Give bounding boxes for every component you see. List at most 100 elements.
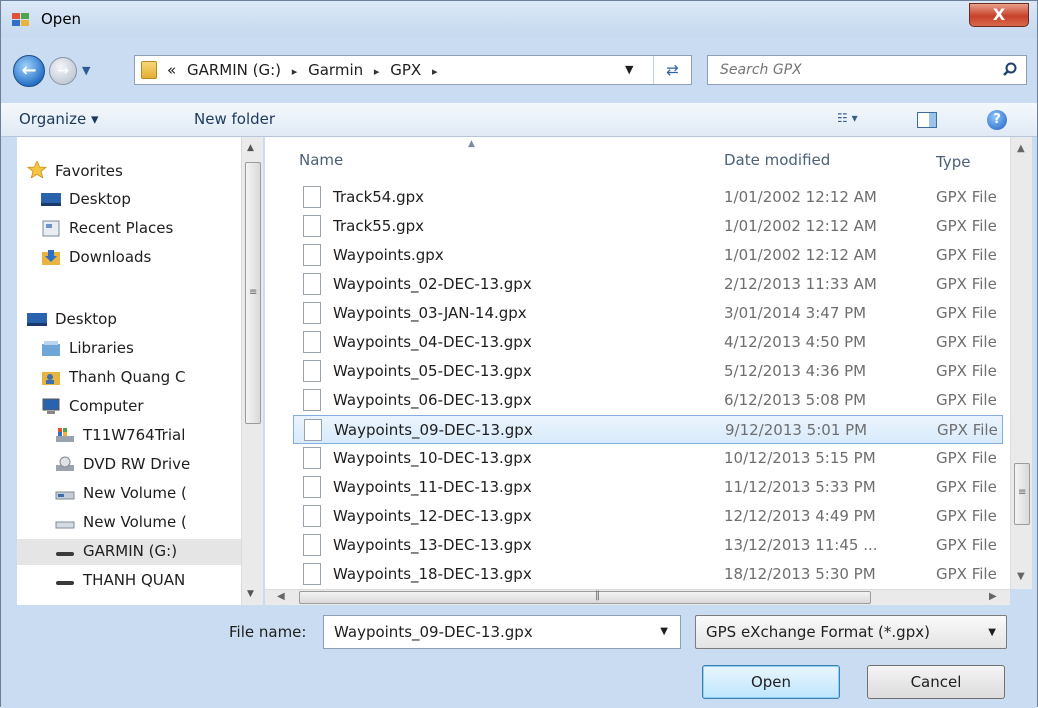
file-icon <box>303 476 321 498</box>
file-date-modified: 6/12/2013 5:08 PM <box>724 391 867 409</box>
nav-item-dvd-drive[interactable]: DVD RW Drive <box>17 452 243 478</box>
sort-ascending-icon: ▲ <box>468 139 475 149</box>
file-row[interactable]: Waypoints_04-DEC-13.gpx 4/12/2013 4:50 PM… <box>293 328 1003 357</box>
file-date-modified: 1/01/2002 12:12 AM <box>724 217 877 235</box>
file-row[interactable]: Waypoints_09-DEC-13.gpx 9/12/2013 5:01 PM… <box>293 415 1003 444</box>
folder-icon <box>141 61 157 79</box>
recent-pages-chevron-icon[interactable]: ▼ <box>82 64 90 77</box>
nav-item-downloads[interactable]: Downloads <box>17 245 243 271</box>
file-date-modified: 18/12/2013 5:30 PM <box>724 565 876 583</box>
breadcrumb-separator-icon[interactable]: ▸ <box>432 65 438 78</box>
nav-item-system-drive[interactable]: T11W764Trial <box>17 423 243 449</box>
address-bar[interactable]: « GARMIN (G:) ▸ Garmin ▸ GPX ▸ ▼ ⇄ <box>134 55 692 85</box>
file-date-modified: 1/01/2002 12:12 AM <box>724 246 877 264</box>
file-type: GPX File <box>936 217 997 235</box>
file-row[interactable]: Track54.gpx 1/01/2002 12:12 AM GPX File <box>293 183 1003 212</box>
breadcrumb-separator-icon[interactable]: ▸ <box>374 65 380 78</box>
file-type-filter-select[interactable]: GPS eXchange Format (*.gpx) ▼ <box>695 615 1007 649</box>
file-type: GPX File <box>936 362 997 380</box>
nav-item-recent-places[interactable]: Recent Places <box>17 216 243 242</box>
scroll-right-icon[interactable]: ▶ <box>989 591 997 602</box>
file-name-input[interactable] <box>324 616 644 648</box>
file-row[interactable]: Waypoints_10-DEC-13.gpx 10/12/2013 5:15 P… <box>293 444 1003 473</box>
refresh-icon[interactable]: ⇄ <box>653 56 691 84</box>
file-list-vertical-scrollbar[interactable]: ▲ ≡ ▼ <box>1010 137 1032 589</box>
removable-drive-icon <box>56 552 74 556</box>
organize-menu[interactable]: Organize ▾ <box>19 110 99 128</box>
file-list-horizontal-scrollbar[interactable]: ◀ ‖ ▶ <box>265 589 1010 605</box>
close-button[interactable]: X <box>969 3 1029 27</box>
title-bar[interactable]: Open X <box>1 1 1037 37</box>
breadcrumb-item-garmin-drive[interactable]: GARMIN (G:) <box>187 61 281 79</box>
breadcrumb-item-gpx[interactable]: GPX <box>390 61 421 79</box>
breadcrumb-item-garmin[interactable]: Garmin <box>308 61 363 79</box>
desktop-icon <box>41 193 61 206</box>
address-dropdown-icon[interactable]: ▼ <box>625 63 633 76</box>
breadcrumb-overflow[interactable]: « <box>167 61 176 79</box>
file-icon <box>304 419 322 441</box>
file-name: Waypoints_11-DEC-13.gpx <box>333 478 532 496</box>
nav-item-label: Recent Places <box>69 219 174 237</box>
nav-item-label: Desktop <box>69 190 131 208</box>
window-title: Open <box>41 10 82 28</box>
desktop-icon <box>27 313 47 326</box>
search-input[interactable] <box>708 56 988 84</box>
file-row[interactable]: Waypoints_18-DEC-13.gpx 18/12/2013 5:30 P… <box>293 560 1003 589</box>
file-row[interactable]: Waypoints_11-DEC-13.gpx 11/12/2013 5:33 P… <box>293 473 1003 502</box>
nav-item-new-volume-2[interactable]: New Volume ( <box>17 510 243 536</box>
file-row[interactable]: Track55.gpx 1/01/2002 12:12 AM GPX File <box>293 212 1003 241</box>
nav-item-computer[interactable]: Computer <box>17 394 243 420</box>
file-row[interactable]: Waypoints_12-DEC-13.gpx 12/12/2013 4:49 P… <box>293 502 1003 531</box>
new-folder-button[interactable]: New folder <box>194 110 275 128</box>
file-icon <box>303 273 321 295</box>
nav-item-user-folder[interactable]: Thanh Quang C <box>17 365 243 391</box>
scrollbar-thumb[interactable] <box>299 591 871 604</box>
change-view-icon[interactable]: ☷ ▾ <box>837 111 858 125</box>
column-header-type[interactable]: Type <box>936 153 970 171</box>
search-icon[interactable] <box>1003 62 1017 76</box>
chevron-down-icon[interactable]: ▼ <box>660 626 668 637</box>
file-type-filter-value: GPS eXchange Format (*.gpx) <box>706 623 930 641</box>
column-header-name[interactable]: Name <box>299 151 343 169</box>
scroll-down-icon[interactable]: ▼ <box>247 589 254 599</box>
help-icon[interactable]: ? <box>987 110 1007 130</box>
scroll-grip-icon: ≡ <box>1018 487 1027 498</box>
preview-pane-icon[interactable] <box>917 112 937 128</box>
scroll-up-icon[interactable]: ▲ <box>247 143 254 153</box>
nav-item-garmin-drive[interactable]: GARMIN (G:) <box>17 539 243 565</box>
scroll-left-icon[interactable]: ◀ <box>277 591 285 602</box>
scroll-up-icon[interactable]: ▲ <box>1017 143 1025 154</box>
nav-item-thanh-quan-drive[interactable]: THANH QUAN <box>17 568 243 594</box>
file-name: Waypoints_12-DEC-13.gpx <box>333 507 532 525</box>
scroll-down-icon[interactable]: ▼ <box>1017 571 1025 582</box>
open-button[interactable]: Open <box>702 665 840 699</box>
nav-item-libraries[interactable]: Libraries <box>17 336 243 362</box>
nav-item-favorites[interactable]: Favorites <box>17 157 243 183</box>
file-row[interactable]: Waypoints_03-JAN-14.gpx 3/01/2014 3:47 PM… <box>293 299 1003 328</box>
nav-item-label: Thanh Quang C <box>69 368 186 386</box>
open-file-dialog: Open X ← → ▼ « GARMIN (G:) ▸ Garmin ▸ GP… <box>0 0 1038 708</box>
file-row[interactable]: Waypoints_13-DEC-13.gpx 13/12/2013 11:45 … <box>293 531 1003 560</box>
nav-item-desktop[interactable]: Desktop <box>17 187 243 213</box>
nav-item-new-volume-1[interactable]: New Volume ( <box>17 481 243 507</box>
nav-item-desktop-root[interactable]: Desktop <box>17 307 243 333</box>
breadcrumb-separator-icon[interactable]: ▸ <box>292 65 298 78</box>
file-date-modified: 13/12/2013 11:45 ... <box>724 536 878 554</box>
file-icon <box>303 447 321 469</box>
nav-item-label: GARMIN (G:) <box>83 542 178 560</box>
navigation-scrollbar[interactable]: ▲ ≡ ▼ <box>241 137 263 605</box>
file-row[interactable]: Waypoints_06-DEC-13.gpx 6/12/2013 5:08 PM… <box>293 386 1003 415</box>
cancel-button[interactable]: Cancel <box>867 665 1005 699</box>
back-button[interactable]: ← <box>13 55 45 87</box>
column-header-date-modified[interactable]: Date modified <box>724 151 830 169</box>
file-icon <box>303 302 321 324</box>
file-row[interactable]: Waypoints_05-DEC-13.gpx 5/12/2013 4:36 PM… <box>293 357 1003 386</box>
dvd-drive-icon <box>56 456 74 471</box>
computer-icon <box>42 398 60 414</box>
file-name: Track54.gpx <box>333 188 425 206</box>
forward-button[interactable]: → <box>49 57 77 85</box>
file-type: GPX File <box>936 478 997 496</box>
file-row[interactable]: Waypoints_02-DEC-13.gpx 2/12/2013 11:33 A… <box>293 270 1003 299</box>
file-row[interactable]: Waypoints.gpx 1/01/2002 12:12 AM GPX File <box>293 241 1003 270</box>
dialog-footer: File name: ▼ GPS eXchange Format (*.gpx)… <box>1 605 1037 708</box>
